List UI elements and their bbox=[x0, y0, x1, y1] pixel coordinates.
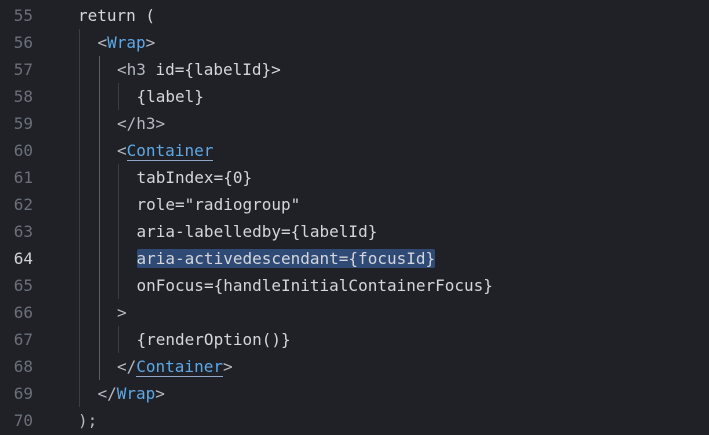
indent-guide bbox=[118, 218, 119, 245]
code-line[interactable]: aria-activedescendant={focusId} bbox=[136, 245, 436, 272]
code-token: aria-labelledby bbox=[136, 222, 282, 241]
indent-guide bbox=[118, 272, 119, 299]
indent-guide bbox=[118, 164, 119, 191]
code-line[interactable]: return ( bbox=[78, 2, 155, 29]
code-token: id bbox=[155, 60, 175, 79]
code-token: > bbox=[155, 384, 165, 403]
line-number: 67 bbox=[13, 330, 33, 349]
indent-guide bbox=[118, 245, 119, 272]
line-number: 60 bbox=[13, 141, 33, 160]
indent-guide bbox=[79, 29, 80, 56]
indent-guide bbox=[98, 137, 100, 164]
code-token: > bbox=[222, 357, 233, 376]
indent-guide bbox=[79, 380, 80, 407]
selected-text: aria-activedescendant={focusId} bbox=[136, 249, 436, 268]
code-token: onFocus bbox=[136, 276, 204, 295]
code-token: tabIndex bbox=[136, 168, 214, 187]
line-number: 57 bbox=[13, 60, 33, 79]
indent-guide bbox=[79, 299, 80, 326]
line-number: 66 bbox=[13, 303, 33, 322]
indent-guide bbox=[98, 56, 100, 83]
code-token: ="radiogroup" bbox=[175, 195, 301, 214]
line-number: 56 bbox=[13, 33, 33, 52]
code-token: Container bbox=[126, 141, 214, 161]
code-token: role bbox=[136, 195, 176, 214]
indent-guide bbox=[98, 245, 100, 272]
indent-guide bbox=[118, 326, 119, 353]
indent-guide bbox=[79, 164, 80, 191]
indent-guide bbox=[79, 110, 80, 137]
code-token: </h3> bbox=[117, 114, 166, 133]
indent-guide bbox=[98, 218, 100, 245]
indent-guide bbox=[98, 164, 100, 191]
code-line[interactable]: </Wrap> bbox=[98, 380, 165, 407]
code-token: {label} bbox=[136, 87, 204, 106]
code-line[interactable]: {label} bbox=[137, 83, 204, 110]
indent-guide bbox=[118, 191, 119, 218]
code-line[interactable]: ); bbox=[78, 407, 97, 434]
indent-guide bbox=[79, 353, 80, 380]
code-token: ={labelId}> bbox=[174, 60, 281, 79]
code-token: ={labelId} bbox=[281, 222, 378, 241]
code-token: < bbox=[97, 33, 108, 52]
code-line[interactable]: <Wrap> bbox=[98, 29, 156, 56]
code-token: > bbox=[145, 33, 156, 52]
code-line[interactable]: onFocus={handleInitialContainerFocus} bbox=[137, 272, 493, 299]
code-token: return ( bbox=[78, 6, 156, 25]
code-token: ); bbox=[78, 411, 98, 430]
indent-guide bbox=[98, 272, 100, 299]
indent-guide bbox=[98, 191, 100, 218]
code-token: Wrap bbox=[107, 33, 146, 52]
code-area[interactable]: return (<Wrap> <h3 id={labelId}> {label} </… bbox=[58, 0, 709, 435]
code-line[interactable]: tabIndex={0} bbox=[137, 164, 253, 191]
line-number: 70 bbox=[13, 411, 33, 430]
indent-guide bbox=[79, 272, 80, 299]
indent-guide bbox=[79, 137, 80, 164]
code-line[interactable]: role="radiogroup" bbox=[137, 191, 301, 218]
code-token: ={handleInitialContainerFocus} bbox=[203, 276, 493, 295]
code-editor[interactable]: 55 56 57 58 59 60 61 62 63 64 65 66 67 68 69 70 return … bbox=[0, 0, 709, 435]
code-line[interactable]: <Container bbox=[117, 137, 214, 164]
line-number: 55 bbox=[13, 6, 33, 25]
indent-guide bbox=[79, 56, 80, 83]
indent-guide bbox=[98, 299, 100, 326]
indent-guide bbox=[79, 245, 80, 272]
line-number: 59 bbox=[13, 114, 33, 133]
indent-guide bbox=[79, 191, 80, 218]
code-token: > bbox=[117, 303, 127, 322]
code-line[interactable]: > bbox=[117, 299, 127, 326]
code-line[interactable]: {renderOption()} bbox=[137, 326, 291, 353]
indent-guide bbox=[98, 326, 100, 353]
code-line[interactable]: </Container> bbox=[117, 353, 233, 380]
code-token: Container bbox=[136, 357, 223, 377]
indent-guide bbox=[98, 353, 100, 380]
line-number: 63 bbox=[13, 222, 33, 241]
line-number: 65 bbox=[13, 276, 33, 295]
line-number: 62 bbox=[13, 195, 33, 214]
indent-guide bbox=[79, 83, 80, 110]
indent-guide bbox=[98, 83, 100, 110]
indent-guide bbox=[98, 110, 100, 137]
code-token: {renderOption()} bbox=[136, 330, 291, 349]
line-number: 68 bbox=[13, 357, 33, 376]
line-number: 58 bbox=[13, 87, 33, 106]
code-token: </ bbox=[117, 357, 137, 376]
code-token: </ bbox=[97, 384, 117, 403]
code-token: < bbox=[117, 141, 127, 160]
code-token: <h3 bbox=[117, 60, 156, 79]
indent-guide bbox=[79, 326, 80, 353]
line-number: 61 bbox=[13, 168, 33, 187]
code-line[interactable]: <h3 id={labelId}> bbox=[117, 56, 281, 83]
code-line[interactable]: aria-labelledby={labelId} bbox=[137, 218, 378, 245]
line-number: 64 bbox=[13, 249, 33, 268]
code-token: Wrap bbox=[116, 384, 156, 403]
line-number: 69 bbox=[13, 384, 33, 403]
line-number-gutter: 55 56 57 58 59 60 61 62 63 64 65 66 67 68 69 70 bbox=[0, 0, 58, 435]
indent-guide bbox=[79, 218, 80, 245]
code-line[interactable]: </h3> bbox=[117, 110, 165, 137]
code-token: ={0} bbox=[213, 168, 253, 187]
indent-guide bbox=[118, 83, 119, 110]
